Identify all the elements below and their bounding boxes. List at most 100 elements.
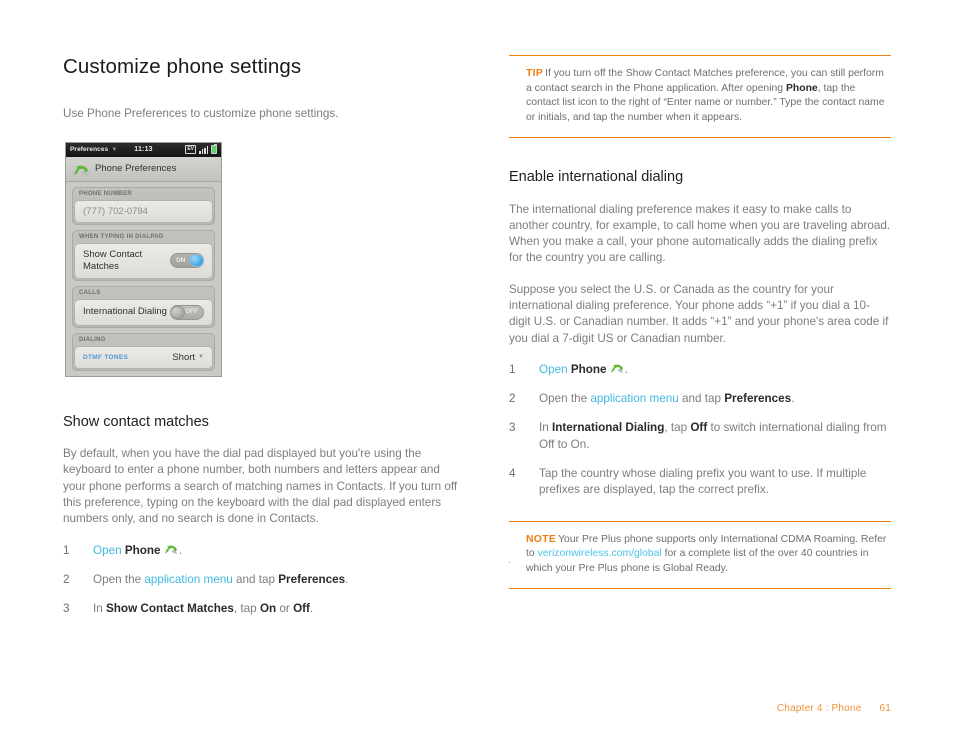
- steps-enable-international-dialing: 1 Open Phone . 2 Open the application me…: [509, 362, 891, 499]
- international-dialing-row[interactable]: International Dialing OFF: [74, 298, 213, 326]
- page-footer: Chapter 4 : Phone 61: [777, 703, 891, 714]
- document-page: Customize phone settings Use Phone Prefe…: [0, 0, 954, 738]
- step-bold-setting: Show Contact Matches: [106, 602, 234, 616]
- step-bold-preferences: Preferences: [278, 572, 346, 586]
- left-column: Customize phone settings Use Phone Prefe…: [63, 55, 458, 630]
- show-contact-matches-label: Show Contact Matches: [83, 248, 143, 272]
- group-when-typing-in-dialpad: WHEN TYPING IN DIALPAD Show Contact Matc…: [72, 229, 215, 281]
- step-bold-off: Off: [690, 421, 708, 435]
- steps-show-contact-matches: 1 Open Phone . 2 Open the application me…: [63, 543, 458, 618]
- battery-icon: [211, 144, 217, 155]
- group-label: PHONE NUMBER: [79, 190, 132, 197]
- tip-text: TIP If you turn off the Show Contact Matc…: [526, 67, 889, 125]
- international-dialing-body-1: The international dialing preference mak…: [509, 202, 891, 265]
- phone-number-field[interactable]: (777) 702-0794: [74, 199, 213, 223]
- note-text: NOTE Your Pre Plus phone supports only In…: [526, 533, 889, 577]
- step-text: Open Phone .: [93, 543, 458, 559]
- link-application-menu[interactable]: application menu: [144, 573, 232, 586]
- list-item: 1 Open Phone .: [63, 543, 458, 559]
- chevron-down-icon[interactable]: ▼: [111, 147, 117, 153]
- list-item: 4 Tap the country whose dialing prefix y…: [509, 466, 891, 499]
- step-post: .: [309, 602, 314, 616]
- step-number: 3: [63, 602, 70, 616]
- group-label: WHEN TYPING IN DIALPAD: [79, 233, 164, 240]
- group-phone-number: PHONE NUMBER (777) 702-0794: [72, 186, 215, 225]
- step-sep: and tap: [678, 392, 725, 406]
- link-open[interactable]: Open: [93, 544, 122, 557]
- phone-app-title-bar: Phone Preferences: [66, 156, 221, 182]
- group-label: CALLS: [79, 289, 101, 296]
- step-bold-phone: Phone: [124, 543, 161, 557]
- toggle-knob: [170, 305, 185, 319]
- group-label: DIALING: [79, 336, 106, 343]
- step-pre: Open the: [93, 572, 145, 586]
- step-number: 1: [63, 543, 70, 557]
- step-number: 2: [63, 572, 70, 586]
- tip-keyword: TIP: [526, 68, 544, 79]
- step-tail: .: [178, 543, 183, 557]
- note-keyword: NOTE: [526, 533, 557, 545]
- status-indicators: EV: [185, 144, 217, 155]
- intro-paragraph: Use Phone Preferences to customize phone…: [63, 106, 339, 120]
- phone-handset-icon: [164, 545, 178, 556]
- tip-bold-phone: Phone: [785, 82, 818, 94]
- right-column: TIP If you turn off the Show Contact Matc…: [509, 55, 891, 590]
- show-contact-matches-row[interactable]: Show Contact Matches ON: [74, 242, 213, 279]
- step-sep: and tap: [232, 572, 279, 586]
- dtmf-tones-row[interactable]: DTMF TONES Short ▼: [74, 345, 213, 369]
- phone-status-bar: Preferences ▼ 11:13 EV: [66, 142, 221, 157]
- step-sep: , tap: [233, 602, 260, 616]
- step-bold-setting: International Dialing: [552, 421, 665, 435]
- group-dialing: DIALING DTMF TONES Short ▼: [72, 332, 215, 371]
- network-type-icon: EV: [185, 145, 196, 155]
- page-title: Customize phone settings: [63, 55, 302, 78]
- show-contact-matches-toggle[interactable]: ON: [170, 253, 204, 269]
- group-calls: CALLS International Dialing OFF: [72, 285, 215, 328]
- step-tail: .: [624, 362, 629, 376]
- step-sep2: or: [276, 602, 294, 616]
- step-post: .: [791, 392, 795, 406]
- step-text: In International Dialing, tap Off to swi…: [539, 420, 891, 453]
- step-text: Open the application menu and tap Prefer…: [539, 391, 891, 407]
- international-dialing-body-2: Suppose you select the U.S. or Canada as…: [509, 282, 889, 345]
- section-title-show-contact-matches: Show contact matches: [63, 413, 209, 430]
- link-verizon-global[interactable]: verizonwireless.com/global: [538, 548, 662, 559]
- phone-screenshot-figure: Preferences ▼ 11:13 EV Phone Preferences: [65, 141, 222, 377]
- step-pre: In: [93, 602, 106, 616]
- step-text: In Show Contact Matches, tap On or Off.: [93, 601, 458, 617]
- list-item: 3 In Show Contact Matches, tap On or Off…: [63, 601, 458, 617]
- step-number: 4: [509, 467, 516, 481]
- step-bold-phone: Phone: [570, 362, 607, 376]
- international-dialing-toggle[interactable]: OFF: [170, 304, 204, 320]
- link-open[interactable]: Open: [539, 363, 568, 376]
- phone-app-title: Phone Preferences: [95, 163, 177, 175]
- phone-handset-icon: [74, 165, 88, 177]
- list-item: 3 In International Dialing, tap Off to s…: [509, 420, 891, 453]
- step-text: Open Phone .: [539, 362, 891, 378]
- status-app-name[interactable]: Preferences: [70, 146, 108, 153]
- toggle-state-label: OFF: [185, 309, 198, 316]
- note-callout: NOTE Your Pre Plus phone supports only In…: [509, 520, 891, 590]
- toggle-knob: [189, 254, 204, 268]
- phone-preferences-list: PHONE NUMBER (777) 702-0794 WHEN TYPING …: [66, 181, 221, 377]
- signal-bars-icon: [199, 145, 208, 154]
- step-text: Tap the country whose dialing prefix you…: [539, 467, 867, 497]
- group-partial-cutoff: [73, 376, 214, 377]
- show-contact-matches-body: By default, when you have the dial pad d…: [63, 447, 458, 526]
- orphan-period-mark: .: [508, 555, 511, 566]
- chevron-down-icon[interactable]: ▼: [198, 354, 204, 360]
- dtmf-tones-label: DTMF TONES: [83, 353, 129, 361]
- list-item: 2 Open the application menu and tap Pref…: [509, 391, 891, 407]
- step-bold-preferences: Preferences: [724, 392, 792, 406]
- footer-chapter: Chapter 4 : Phone: [776, 703, 862, 714]
- dtmf-tones-value[interactable]: Short: [172, 352, 195, 363]
- list-item: 2 Open the application menu and tap Pref…: [63, 572, 458, 588]
- step-bold-on: On: [259, 602, 277, 616]
- link-application-menu[interactable]: application menu: [590, 392, 678, 405]
- step-bold-off: Off: [293, 602, 310, 616]
- step-pre: In: [539, 421, 552, 435]
- list-item: 1 Open Phone .: [509, 362, 891, 378]
- step-number: 3: [509, 421, 516, 435]
- footer-page-number: 61: [879, 703, 891, 714]
- section-title-enable-international-dialing: Enable international dialing: [509, 169, 684, 186]
